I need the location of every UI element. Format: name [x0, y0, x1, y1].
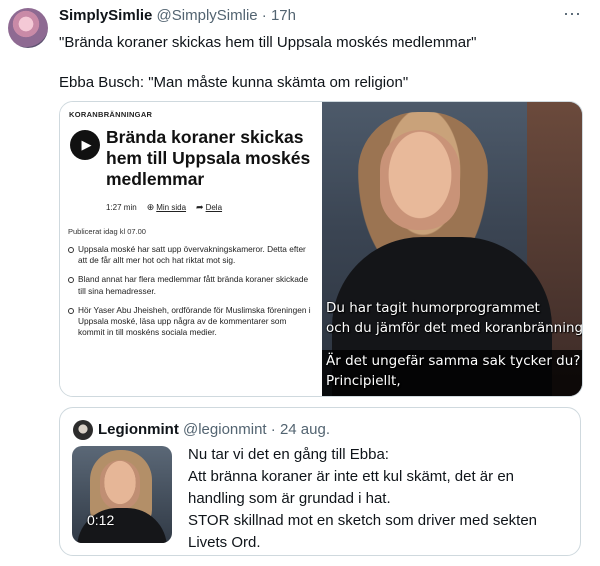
article-meta: 1:27 min ⊕ Min sida ➦ Dela — [106, 202, 222, 213]
article-bullets: Uppsala moské har satt upp övervakningsk… — [68, 244, 314, 346]
quoted-tweet[interactable]: Legionmint @legionmint · 24 aug. 0:12 Nu… — [59, 407, 581, 556]
quoted-header-separator: · — [270, 421, 276, 438]
quoted-tweet-text: Nu tar vi det en gång till Ebba: Att brä… — [188, 444, 572, 554]
subtitle-line: och du jämför det med koranbränningar. — [326, 320, 582, 336]
quoted-text-line: Livets Ord. — [188, 534, 261, 551]
subtitle-line: Är det ungefär samma sak tycker du? — [326, 353, 581, 369]
play-icon: ▶ — [70, 130, 100, 160]
tweet-time[interactable]: 17h — [271, 7, 296, 24]
my-page-link-wrap: ⊕ Min sida — [147, 202, 186, 213]
article-headline: Brända koraner skickas hem till Uppsala … — [106, 127, 311, 189]
quoted-author-handle[interactable]: @legionmint — [183, 421, 267, 438]
published-time: Publicerat idag kl 07.00 — [68, 227, 146, 236]
quoted-text-line: Att bränna koraner är inte ett kul skämt… — [188, 468, 515, 485]
subtitle-line: Principiellt, — [326, 373, 401, 389]
person-face — [380, 130, 460, 230]
share-arrow-icon: ➦ — [196, 202, 204, 212]
header-separator: · — [261, 7, 267, 24]
tweet-media[interactable]: KORANBRÄNNINGAR ▶ Brända koraner skickas… — [59, 101, 583, 397]
tweet-text-line1: "Brända koraner skickas hem till Uppsala… — [59, 34, 477, 51]
tv-interview-image[interactable]: Du har tagit humorprogrammet och du jämf… — [322, 102, 582, 396]
bullet-item: Bland annat har flera medlemmar fått brä… — [68, 274, 314, 296]
quoted-text-line: STOR skillnad mot en sketch som driver m… — [188, 512, 538, 529]
quoted-video-thumbnail[interactable]: 0:12 — [72, 446, 172, 543]
bullet-item: Hör Yaser Abu Jheisheh, ordförande för M… — [68, 305, 314, 339]
article-kicker: KORANBRÄNNINGAR — [69, 110, 153, 119]
more-icon[interactable]: ⋯ — [563, 4, 582, 25]
my-page-link: Min sida — [156, 203, 187, 212]
thumb-person-face — [100, 460, 140, 510]
quoted-text-line: Nu tar vi det en gång till Ebba: — [188, 446, 389, 463]
quoted-tweet-header: Legionmint @legionmint · 24 aug. — [98, 420, 330, 440]
share-link: Dela — [205, 203, 223, 212]
video-duration: 0:12 — [87, 512, 115, 528]
share-link-wrap: ➦ Dela — [196, 202, 222, 213]
article-screenshot[interactable]: KORANBRÄNNINGAR ▶ Brända koraner skickas… — [60, 102, 321, 396]
quoted-text-line: handling som är grundad i hat. — [188, 490, 391, 507]
quoted-author-avatar[interactable] — [73, 420, 93, 440]
add-circle-icon: ⊕ — [146, 202, 155, 212]
author-name[interactable]: SimplySimlie — [59, 7, 152, 24]
tweet-header: SimplySimlie @SimplySimlie · 17h — [59, 6, 296, 26]
quoted-author-name[interactable]: Legionmint — [98, 421, 179, 438]
subtitle-line: Du har tagit humorprogrammet — [326, 300, 540, 316]
quoted-tweet-date[interactable]: 24 aug. — [280, 421, 330, 438]
bullet-item: Uppsala moské har satt upp övervakningsk… — [68, 244, 314, 266]
author-handle[interactable]: @SimplySimlie — [157, 7, 258, 24]
author-avatar[interactable] — [8, 8, 48, 48]
audio-duration: 1:27 min — [106, 203, 137, 212]
tweet-text-line2: Ebba Busch: "Man måste kunna skämta om r… — [59, 74, 409, 91]
